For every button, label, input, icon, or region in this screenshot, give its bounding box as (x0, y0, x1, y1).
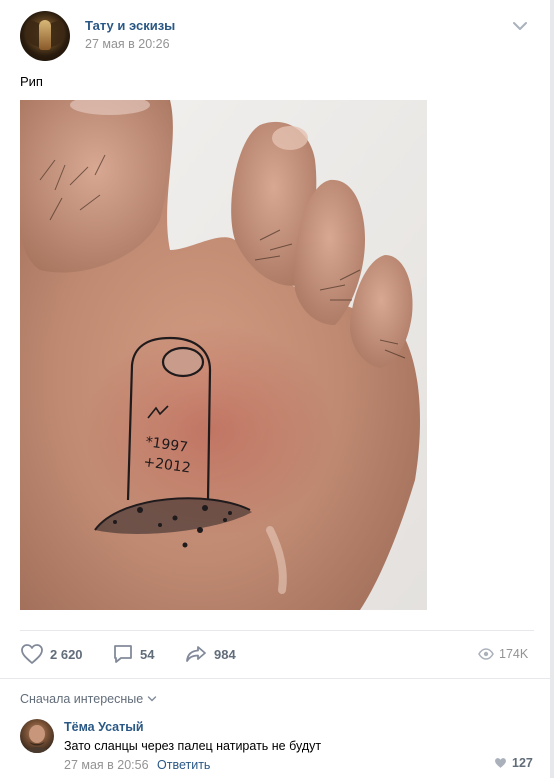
post-photo[interactable]: *1997 +2012 (20, 100, 427, 610)
comment-sort-label: Сначала интересные (20, 692, 144, 706)
share-button[interactable]: 984 (184, 643, 236, 665)
wall-post: Тату и эскизы 27 мая в 20:26 Рип *1997 +… (0, 0, 550, 778)
comment-icon (114, 645, 132, 663)
avatar-art-figure (39, 20, 51, 50)
eye-icon (478, 648, 494, 660)
share-icon (186, 646, 206, 662)
comments-count: 54 (140, 646, 155, 662)
heart-icon (495, 758, 506, 768)
avatar-art (25, 725, 49, 753)
comment-reply-button[interactable]: Ответить (157, 758, 210, 772)
group-avatar[interactable] (20, 11, 70, 61)
chevron-down-icon (148, 696, 157, 702)
actions-divider (20, 630, 534, 631)
comments-divider (0, 678, 550, 679)
avatar-art-right (50, 18, 64, 48)
comment-button[interactable]: 54 (112, 643, 154, 665)
views-count: 174K (499, 647, 529, 661)
comment-text: Зато сланцы через палец натирать не буду… (64, 739, 322, 753)
comment-sort-dropdown[interactable]: Сначала интересные (20, 692, 157, 706)
group-name-link[interactable]: Тату и эскизы (85, 18, 175, 33)
tattoo-foot-photo: *1997 +2012 (20, 100, 427, 610)
comment-like-button[interactable]: 127 (494, 756, 533, 770)
comment-date[interactable]: 27 мая в 20:56 (64, 758, 149, 772)
window-edge (550, 0, 554, 778)
post-date[interactable]: 27 мая в 20:26 (85, 37, 170, 51)
shares-count: 984 (214, 646, 236, 662)
chevron-down-icon[interactable] (512, 20, 528, 32)
heart-icon (21, 644, 43, 664)
avatar-art-left (26, 18, 40, 48)
likes-count: 2 620 (50, 646, 83, 662)
comment-author-avatar[interactable] (20, 719, 54, 753)
like-button[interactable]: 2 620 (20, 643, 83, 665)
comment-likes-count: 127 (512, 756, 533, 770)
post-text: Рип (20, 74, 43, 89)
views-counter: 174K (478, 643, 528, 665)
comment-author-link[interactable]: Тёма Усатый (64, 720, 144, 734)
